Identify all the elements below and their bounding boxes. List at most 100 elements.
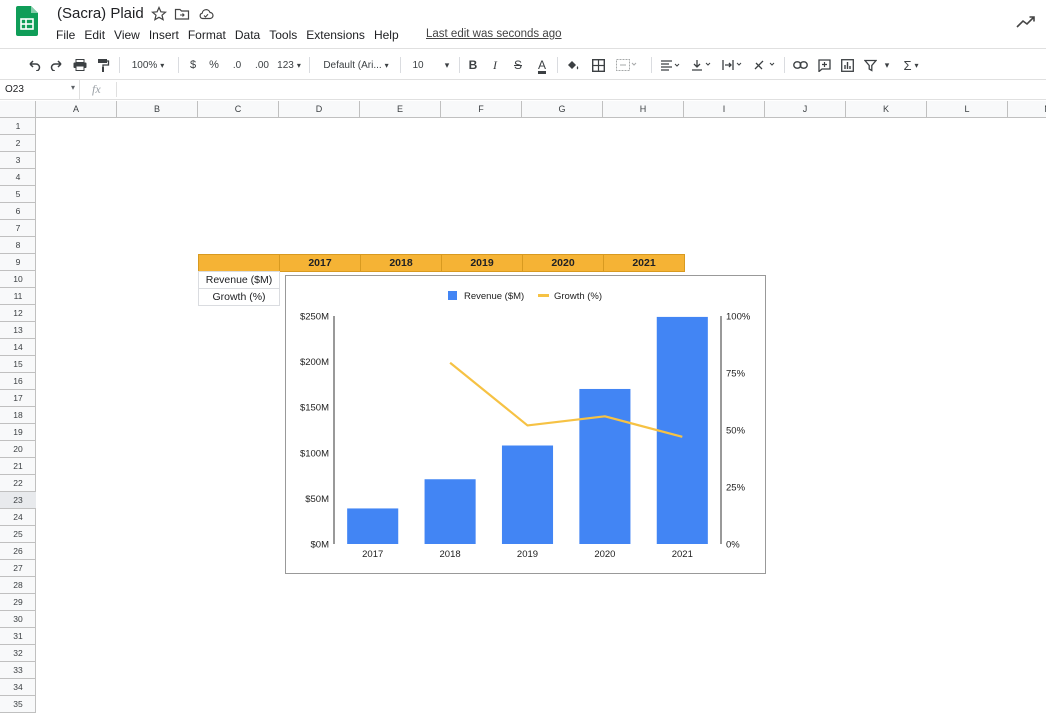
activity-trend-icon[interactable] xyxy=(1016,14,1036,30)
row-header-33[interactable]: 33 xyxy=(0,662,36,679)
last-edit-link[interactable]: Last edit was seconds ago xyxy=(426,28,562,40)
column-header-m[interactable]: M xyxy=(1008,101,1046,118)
row-header-34[interactable]: 34 xyxy=(0,679,36,696)
bold-button[interactable]: B xyxy=(466,56,480,74)
row-header-24[interactable]: 24 xyxy=(0,509,36,526)
filter-icon[interactable] xyxy=(862,56,878,74)
menu-view[interactable]: View xyxy=(114,28,140,44)
row-header-12[interactable]: 12 xyxy=(0,305,36,322)
row-header-28[interactable]: 28 xyxy=(0,577,36,594)
menu-format[interactable]: Format xyxy=(188,28,226,44)
horizontal-align-icon[interactable] xyxy=(659,56,683,74)
row-header-14[interactable]: 14 xyxy=(0,339,36,356)
row-header-2[interactable]: 2 xyxy=(0,135,36,152)
row-header-13[interactable]: 13 xyxy=(0,322,36,339)
merge-cells-icon[interactable] xyxy=(614,56,640,74)
menu-tools[interactable]: Tools xyxy=(269,28,297,44)
percent-format-button[interactable]: % xyxy=(207,56,221,74)
row-header-4[interactable]: 4 xyxy=(0,169,36,186)
table-row-label[interactable]: Growth (%) xyxy=(198,288,280,306)
text-rotation-icon[interactable] xyxy=(752,56,778,74)
row-header-8[interactable]: 8 xyxy=(0,237,36,254)
decrease-decimal-button[interactable]: .0 xyxy=(228,56,246,74)
font-size-dropdown-icon[interactable]: ▾ xyxy=(441,56,453,74)
menu-extensions[interactable]: Extensions xyxy=(306,28,365,44)
column-header-i[interactable]: I xyxy=(684,101,765,118)
row-header-18[interactable]: 18 xyxy=(0,407,36,424)
row-header-17[interactable]: 17 xyxy=(0,390,36,407)
column-header-e[interactable]: E xyxy=(360,101,441,118)
row-header-16[interactable]: 16 xyxy=(0,373,36,390)
table-header-cell[interactable]: 2018 xyxy=(360,254,442,272)
column-header-l[interactable]: L xyxy=(927,101,1008,118)
row-header-31[interactable]: 31 xyxy=(0,628,36,645)
name-box[interactable]: O23 xyxy=(0,80,80,100)
table-header-cell[interactable]: 2017 xyxy=(279,254,361,272)
strikethrough-button[interactable]: S xyxy=(511,56,525,74)
column-header-j[interactable]: J xyxy=(765,101,846,118)
text-wrapping-icon[interactable] xyxy=(721,56,745,74)
column-header-b[interactable]: B xyxy=(117,101,198,118)
row-header-35[interactable]: 35 xyxy=(0,696,36,713)
column-header-g[interactable]: G xyxy=(522,101,603,118)
font-size-input[interactable]: 10 xyxy=(405,56,431,74)
column-header-d[interactable]: D xyxy=(279,101,360,118)
insert-comment-icon[interactable] xyxy=(816,56,832,74)
star-icon[interactable] xyxy=(151,6,167,22)
functions-button[interactable]: Σ xyxy=(898,56,924,74)
redo-icon[interactable] xyxy=(48,56,66,74)
column-header-f[interactable]: F xyxy=(441,101,522,118)
row-header-15[interactable]: 15 xyxy=(0,356,36,373)
row-header-19[interactable]: 19 xyxy=(0,424,36,441)
row-header-32[interactable]: 32 xyxy=(0,645,36,662)
column-header-k[interactable]: K xyxy=(846,101,927,118)
sheets-logo-icon[interactable] xyxy=(16,6,38,36)
combo-chart[interactable]: Revenue ($M) Growth (%) $0M $50M $100M $150M $… xyxy=(285,275,766,574)
print-icon[interactable] xyxy=(71,56,89,74)
select-all-corner[interactable] xyxy=(0,101,36,118)
row-header-27[interactable]: 27 xyxy=(0,560,36,577)
row-header-11[interactable]: 11 xyxy=(0,288,36,305)
menu-edit[interactable]: Edit xyxy=(84,28,105,44)
text-color-button[interactable]: A xyxy=(534,56,550,74)
row-header-6[interactable]: 6 xyxy=(0,203,36,220)
menu-insert[interactable]: Insert xyxy=(149,28,179,44)
table-header-cell[interactable]: 2019 xyxy=(441,254,523,272)
row-header-22[interactable]: 22 xyxy=(0,475,36,492)
vertical-align-icon[interactable] xyxy=(690,56,714,74)
table-header-cell[interactable]: 2021 xyxy=(603,254,685,272)
column-header-c[interactable]: C xyxy=(198,101,279,118)
borders-icon[interactable] xyxy=(590,56,606,74)
row-header-9[interactable]: 9 xyxy=(0,254,36,271)
table-corner-cell[interactable] xyxy=(198,254,280,272)
row-header-10[interactable]: 10 xyxy=(0,271,36,288)
insert-link-icon[interactable] xyxy=(792,56,808,74)
row-header-26[interactable]: 26 xyxy=(0,543,36,560)
italic-button[interactable]: I xyxy=(488,56,502,74)
row-header-29[interactable]: 29 xyxy=(0,594,36,611)
row-header-7[interactable]: 7 xyxy=(0,220,36,237)
menu-data[interactable]: Data xyxy=(235,28,260,44)
menu-file[interactable]: File xyxy=(56,28,75,44)
formula-input[interactable] xyxy=(122,83,1022,97)
row-header-3[interactable]: 3 xyxy=(0,152,36,169)
increase-decimal-button[interactable]: .00 xyxy=(252,56,272,74)
move-folder-icon[interactable] xyxy=(174,6,190,22)
column-header-h[interactable]: H xyxy=(603,101,684,118)
zoom-select[interactable]: 100% xyxy=(126,56,170,74)
row-header-5[interactable]: 5 xyxy=(0,186,36,203)
currency-format-button[interactable]: $ xyxy=(186,56,200,74)
column-header-a[interactable]: A xyxy=(36,101,117,118)
document-title[interactable]: (Sacra) Plaid xyxy=(57,5,144,22)
font-family-select[interactable]: Default (Ari... xyxy=(318,56,394,74)
row-header-30[interactable]: 30 xyxy=(0,611,36,628)
insert-chart-icon[interactable] xyxy=(839,56,855,74)
cloud-saved-icon[interactable] xyxy=(198,6,214,22)
row-header-21[interactable]: 21 xyxy=(0,458,36,475)
paint-format-icon[interactable] xyxy=(94,56,112,74)
table-header-cell[interactable]: 2020 xyxy=(522,254,604,272)
more-formats-select[interactable]: 123 xyxy=(275,56,303,74)
menu-help[interactable]: Help xyxy=(374,28,399,44)
filter-dropdown-icon[interactable]: ▾ xyxy=(881,56,893,74)
fill-color-icon[interactable] xyxy=(565,56,581,74)
